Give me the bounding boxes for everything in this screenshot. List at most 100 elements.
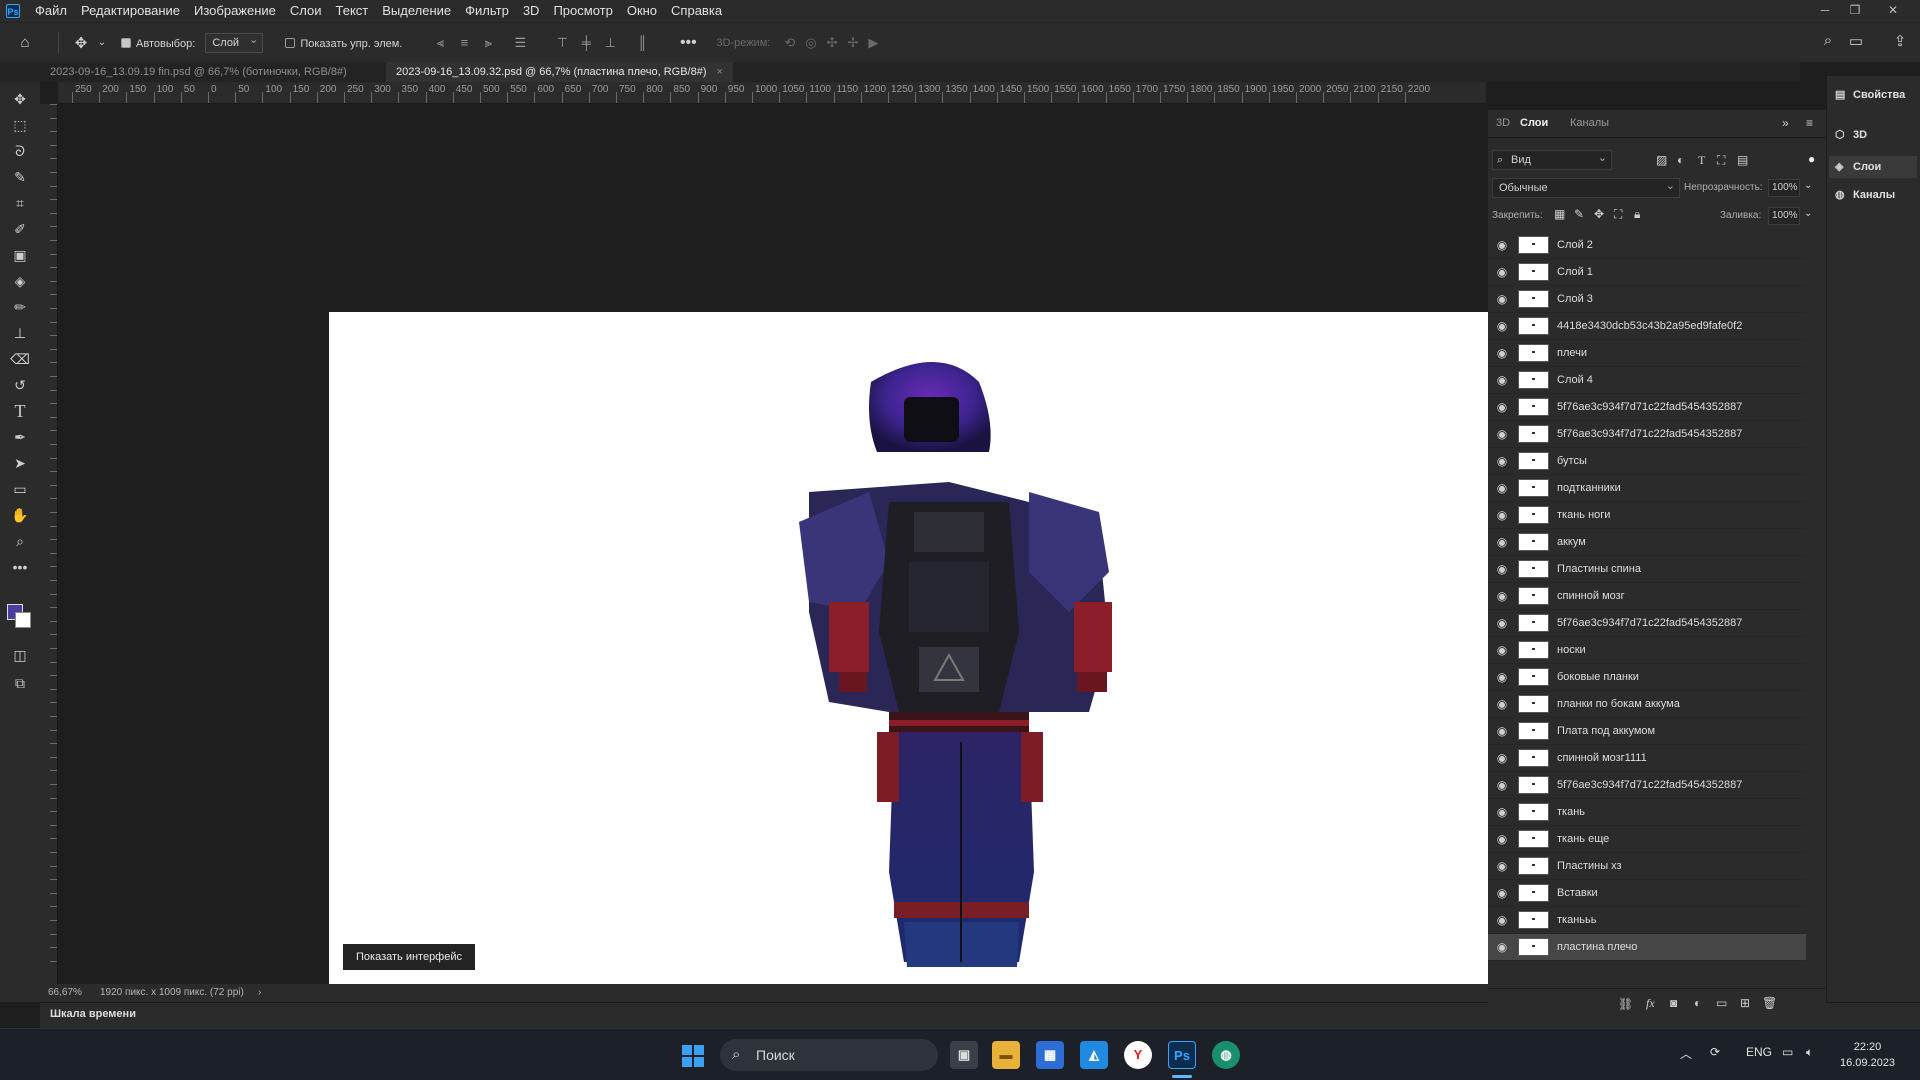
layer-row[interactable]: ◉Слой 0 — [1488, 961, 1806, 962]
layer-row[interactable]: ◉ 4418e3430dcb53c43b2a95ed9fafe0f2 — [1488, 313, 1806, 340]
rectangle-tool-icon[interactable]: ▭ — [0, 476, 40, 502]
menu-item[interactable]: Фильтр — [458, 0, 516, 22]
history-brush-tool-icon[interactable]: ↺ — [0, 372, 40, 398]
pen-tool-icon[interactable]: ✒ — [0, 424, 40, 450]
windows-start-icon[interactable] — [682, 1045, 704, 1067]
move-tool-icon[interactable]: ✥ — [67, 34, 95, 52]
fx-icon[interactable]: fx — [1646, 996, 1655, 1011]
visibility-eye-icon[interactable]: ◉ — [1488, 265, 1516, 279]
channels-panel-button[interactable]: ◍ Каналы — [1835, 188, 1895, 201]
autoselect-select[interactable]: Слой — [205, 31, 264, 53]
adjustment-layer-icon[interactable]: ◐ — [1694, 996, 1701, 1010]
layer-row[interactable]: ◉ Вставки — [1488, 880, 1806, 907]
visibility-eye-icon[interactable]: ◉ — [1488, 616, 1516, 630]
camera-icon[interactable]: ▶ — [868, 35, 878, 51]
layer-row[interactable]: ◉ плечи — [1488, 340, 1806, 367]
opacity-input[interactable]: 100% — [1768, 179, 1800, 197]
menu-item[interactable]: Изображение — [187, 0, 283, 22]
lock-all-icon[interactable]: 🔒︎ — [1634, 207, 1640, 222]
layer-row[interactable]: ◉ 5f76ae3c934f7d71c22fad5454352887 — [1488, 610, 1806, 637]
distribute-vertical-icon[interactable]: ║ — [630, 35, 654, 51]
align-center-icon[interactable]: ≡ — [452, 35, 476, 51]
photos-icon[interactable]: ◭ — [1080, 1041, 1108, 1069]
visibility-eye-icon[interactable]: ◉ — [1488, 238, 1516, 252]
menu-item[interactable]: Просмотр — [546, 0, 619, 22]
folder-icon[interactable]: ▭ — [1716, 996, 1727, 1010]
visibility-eye-icon[interactable]: ◉ — [1488, 454, 1516, 468]
lock-pixels-icon[interactable]: ✎ — [1574, 207, 1584, 221]
layers-panel-button[interactable]: ◈ Слои — [1829, 156, 1917, 178]
3d-panel-button[interactable]: ⬡ 3D — [1835, 128, 1867, 141]
close-window-icon[interactable]: ✕ — [1880, 0, 1906, 22]
chevron-down-icon[interactable]: ⌄ — [1804, 180, 1812, 191]
tab-layers[interactable]: Слои — [1520, 117, 1548, 129]
properties-panel-button[interactable]: ▤ Свойства — [1835, 88, 1905, 101]
slide-icon[interactable]: ✢ — [847, 35, 858, 51]
visibility-eye-icon[interactable]: ◉ — [1488, 427, 1516, 441]
visibility-eye-icon[interactable]: ◉ — [1488, 670, 1516, 684]
visibility-eye-icon[interactable]: ◉ — [1488, 913, 1516, 927]
layer-row[interactable]: ◉ ткань еще — [1488, 826, 1806, 853]
layer-row[interactable]: ◉ спинной мозг1111 — [1488, 745, 1806, 772]
paint-bucket-tool-icon[interactable]: ◈ — [0, 268, 40, 294]
tab-document-2[interactable]: 2023-09-16_13.09.32.psd @ 66,7% (пластин… — [386, 62, 733, 82]
layer-row[interactable]: ◉ Слой 3 — [1488, 286, 1806, 313]
language-indicator[interactable]: ENG — [1746, 1045, 1772, 1059]
visibility-eye-icon[interactable]: ◉ — [1488, 778, 1516, 792]
align-top-icon[interactable]: ⊤ — [550, 35, 574, 51]
smart-object-filter-icon[interactable]: ▤ — [1737, 153, 1748, 167]
menu-item[interactable]: Текст — [329, 0, 376, 22]
align-bottom-icon[interactable]: ⊥ — [598, 35, 622, 51]
layer-row[interactable]: ◉ планки по бокам аккума — [1488, 691, 1806, 718]
share-icon[interactable]: ⇪ — [1886, 32, 1914, 50]
brush-tool-icon[interactable]: ✏ — [0, 294, 40, 320]
store-icon[interactable]: ▦ — [1036, 1041, 1064, 1069]
screen-mode-icon[interactable]: ⧉ — [0, 670, 40, 696]
filter-toggle-icon[interactable]: ● — [1808, 152, 1815, 166]
visibility-eye-icon[interactable]: ◉ — [1488, 589, 1516, 603]
eyedropper-tool-icon[interactable]: ✐ — [0, 216, 40, 242]
layer-row[interactable]: ◉ 5f76ae3c934f7d71c22fad5454352887 — [1488, 421, 1806, 448]
globe-app-icon[interactable]: ◍ — [1212, 1041, 1240, 1069]
shape-filter-icon[interactable]: ⛶ — [1717, 153, 1725, 168]
layer-row[interactable]: ◉ спинной мозг — [1488, 583, 1806, 610]
new-layer-icon[interactable]: ⊞ — [1740, 996, 1750, 1010]
menu-item[interactable]: 3D — [516, 0, 547, 22]
tab-3d[interactable]: 3D — [1496, 117, 1510, 129]
layer-row[interactable]: ◉ Пластины хз — [1488, 853, 1806, 880]
fill-input[interactable]: 100% — [1768, 207, 1800, 225]
show-transform-checkbox[interactable]: Показать упр. элем. — [285, 36, 402, 50]
gradient-tool-icon[interactable]: ▣ — [0, 242, 40, 268]
quick-selection-tool-icon[interactable]: ✎ — [0, 164, 40, 190]
type-tool-icon[interactable]: T — [0, 398, 40, 424]
visibility-eye-icon[interactable]: ◉ — [1488, 400, 1516, 414]
layer-row[interactable]: ◉ подтканники — [1488, 475, 1806, 502]
background-color[interactable] — [15, 612, 31, 628]
eraser-tool-icon[interactable]: ⌫ — [0, 346, 40, 372]
hand-tool-icon[interactable]: ✋ — [0, 502, 40, 528]
menu-item[interactable]: Окно — [620, 0, 664, 22]
document-canvas[interactable]: Показать интерфейс — [329, 312, 1545, 984]
visibility-eye-icon[interactable]: ◉ — [1488, 832, 1516, 846]
canvas-area[interactable]: Показать интерфейс — [58, 104, 1545, 984]
tab-channels[interactable]: Каналы — [1570, 117, 1609, 129]
collapse-icon[interactable]: » — [1782, 116, 1789, 130]
visibility-eye-icon[interactable]: ◉ — [1488, 346, 1516, 360]
visibility-eye-icon[interactable]: ◉ — [1488, 724, 1516, 738]
visibility-eye-icon[interactable]: ◉ — [1488, 508, 1516, 522]
zoom-level[interactable]: 66,67% — [48, 984, 82, 1002]
minimize-icon[interactable]: ─ — [1812, 0, 1838, 22]
mask-icon[interactable]: ◙ — [1670, 996, 1677, 1010]
visibility-eye-icon[interactable]: ◉ — [1488, 697, 1516, 711]
visibility-eye-icon[interactable]: ◉ — [1488, 319, 1516, 333]
type-filter-icon[interactable]: T — [1698, 153, 1705, 168]
task-view-icon[interactable]: ▣ — [950, 1041, 978, 1069]
panel-menu-icon[interactable]: ≡ — [1806, 116, 1813, 130]
orbit-icon[interactable]: ⟲ — [784, 35, 795, 51]
more-icon[interactable]: ••• — [674, 34, 702, 52]
lasso-tool-icon[interactable]: ᘐ — [0, 138, 40, 164]
visibility-eye-icon[interactable]: ◉ — [1488, 805, 1516, 819]
layer-row[interactable]: ◉ 5f76ae3c934f7d71c22fad5454352887 — [1488, 772, 1806, 799]
chevron-down-icon[interactable]: ⌄ — [1804, 208, 1812, 219]
visibility-eye-icon[interactable]: ◉ — [1488, 292, 1516, 306]
